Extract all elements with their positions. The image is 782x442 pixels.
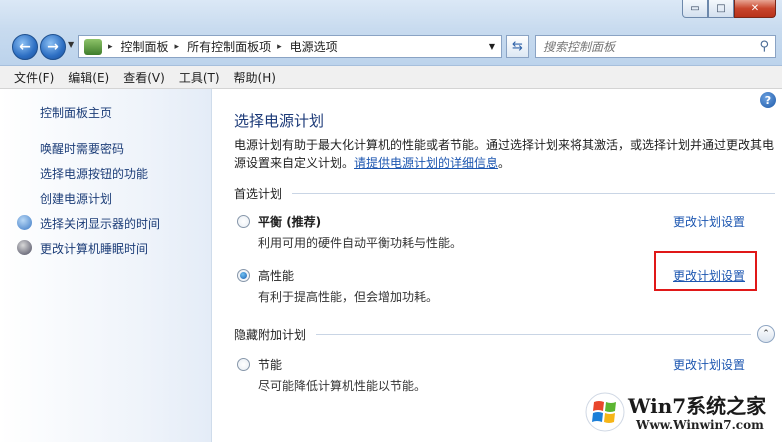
refresh-button[interactable]: ⇆ [506,35,529,58]
window-controls: ▭ □ ✕ [682,0,776,18]
hidden-plans-header: 隐藏附加计划 ⌃ [234,325,775,343]
plan-name-main: 节能 [258,358,283,372]
search-icon[interactable]: ⚲ [759,39,769,54]
plan-name-high-performance[interactable]: 高性能 [258,267,294,284]
sidebar-home-link[interactable]: 控制面板主页 [40,104,112,121]
menu-view[interactable]: 查看(V) [123,69,165,86]
breadcrumb-separator[interactable]: ▸ [175,42,180,52]
breadcrumb-separator[interactable]: ▸ [277,42,282,52]
sidebar-item-power-buttons[interactable]: 选择电源按钮的功能 [40,165,148,182]
forward-button[interactable]: → [40,34,66,60]
breadcrumb-control-panel[interactable]: 控制面板 [121,38,169,55]
search-box[interactable]: ⚲ [535,35,776,58]
sleep-moon-icon [17,240,32,255]
plan-name-main: 平衡 [258,215,283,229]
plan-desc-power-saver: 尽可能降低计算机性能以节能。 [258,379,427,393]
preferred-plans-label: 首选计划 [234,187,283,201]
window-chrome: ▭ □ ✕ ← → ▼ ▸ 控制面板 ▸ 所有控制面板项 ▸ 电源选项 ▼ ⇆ … [0,0,782,66]
sidebar-item-wake-password[interactable]: 唤醒时需要密码 [40,140,124,157]
sidebar-item-create-plan[interactable]: 创建电源计划 [40,190,112,207]
watermark: Win7系统之家 Www.Winwin7.com [584,388,780,440]
menu-bar: 文件(F) 编辑(E) 查看(V) 工具(T) 帮助(H) [0,66,782,89]
address-bar[interactable]: ▸ 控制面板 ▸ 所有控制面板项 ▸ 电源选项 ▼ [78,35,502,58]
plan-radio-balanced[interactable] [237,215,250,228]
collapse-chevron-icon[interactable]: ⌃ [757,325,775,343]
sidebar-item-sleep-time[interactable]: 更改计算机睡眠时间 [40,240,148,257]
description-end: 。 [498,156,511,170]
hidden-plans-label: 隐藏附加计划 [234,327,307,342]
watermark-url: Www.Winwin7.com [636,418,764,432]
maximize-button[interactable]: □ [708,0,734,18]
recent-pages-dropdown[interactable]: ▼ [68,40,74,49]
plan-radio-power-saver[interactable] [237,358,250,371]
help-icon[interactable]: ? [760,92,776,108]
address-dropdown-icon[interactable]: ▼ [489,42,495,51]
change-plan-settings-balanced[interactable]: 更改计划设置 [673,213,745,230]
plan-desc-high-performance: 有利于提高性能，但会增加功耗。 [258,290,439,304]
plan-details-link[interactable]: 请提供电源计划的详细信息 [354,156,498,170]
menu-file[interactable]: 文件(F) [14,69,54,86]
sidebar: 控制面板主页 唤醒时需要密码 选择电源按钮的功能 创建电源计划 选择关闭显示器的… [0,89,212,442]
page-title: 选择电源计划 [234,112,325,130]
change-plan-settings-power-saver[interactable]: 更改计划设置 [673,356,745,373]
plan-desc-balanced: 利用可用的硬件自动平衡功耗与性能。 [258,236,463,250]
plan-name-main: 高性能 [258,269,295,283]
back-button[interactable]: ← [12,34,38,60]
page-description: 电源计划有助于最大化计算机的性能或者节能。通过选择计划来将其激活，或选择计划并通… [234,136,774,172]
plan-name-power-saver[interactable]: 节能 [258,356,282,373]
section-divider [292,193,775,194]
plan-name-extra: (推荐) [282,215,322,229]
search-input[interactable] [536,36,746,57]
highlight-annotation-box [654,251,757,291]
control-panel-icon [84,38,102,55]
breadcrumb-all-items[interactable]: 所有控制面板项 [187,38,271,55]
preferred-plans-header: 首选计划 [234,185,775,202]
minimize-button[interactable]: ▭ [682,0,708,18]
breadcrumb-power-options[interactable]: 电源选项 [290,38,338,55]
menu-edit[interactable]: 编辑(E) [68,69,109,86]
menu-help[interactable]: 帮助(H) [234,69,276,86]
breadcrumb-separator[interactable]: ▸ [108,42,113,52]
sidebar-item-display-off[interactable]: 选择关闭显示器的时间 [40,215,160,232]
menu-tools[interactable]: 工具(T) [179,69,220,86]
close-button[interactable]: ✕ [734,0,776,18]
plan-radio-high-performance[interactable] [237,269,250,282]
watermark-title: Win7系统之家 [628,394,767,418]
display-icon [17,215,32,230]
section-divider [316,333,751,335]
windows-flag-logo-icon [585,392,625,432]
plan-name-balanced[interactable]: 平衡 (推荐) [258,213,321,230]
